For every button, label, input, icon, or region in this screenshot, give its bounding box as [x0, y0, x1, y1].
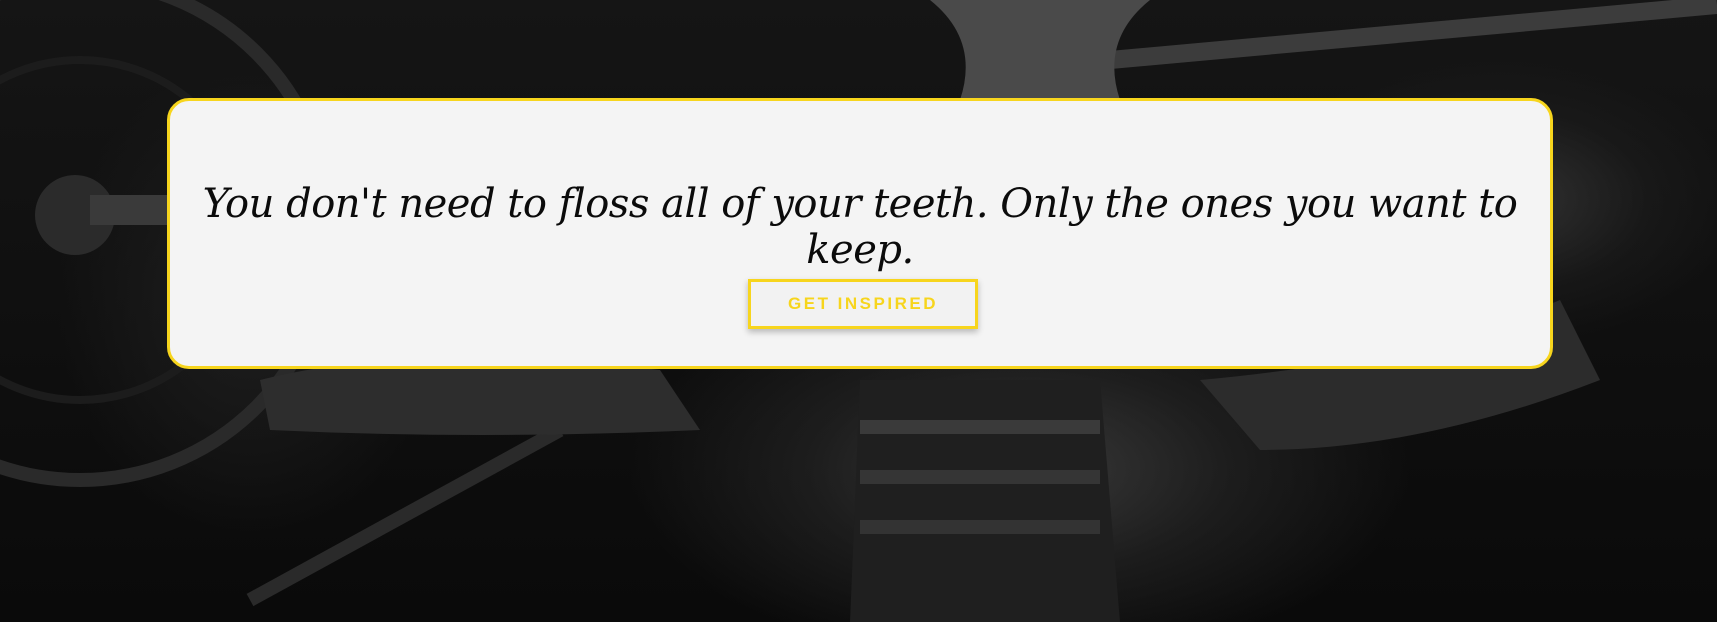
quote-card: You don't need to floss all of your teet… [167, 98, 1553, 369]
quote-text: You don't need to floss all of your teet… [202, 181, 1518, 273]
get-inspired-button[interactable]: GET INSPIRED [748, 279, 978, 329]
hero-section: You don't need to floss all of your teet… [0, 0, 1717, 622]
